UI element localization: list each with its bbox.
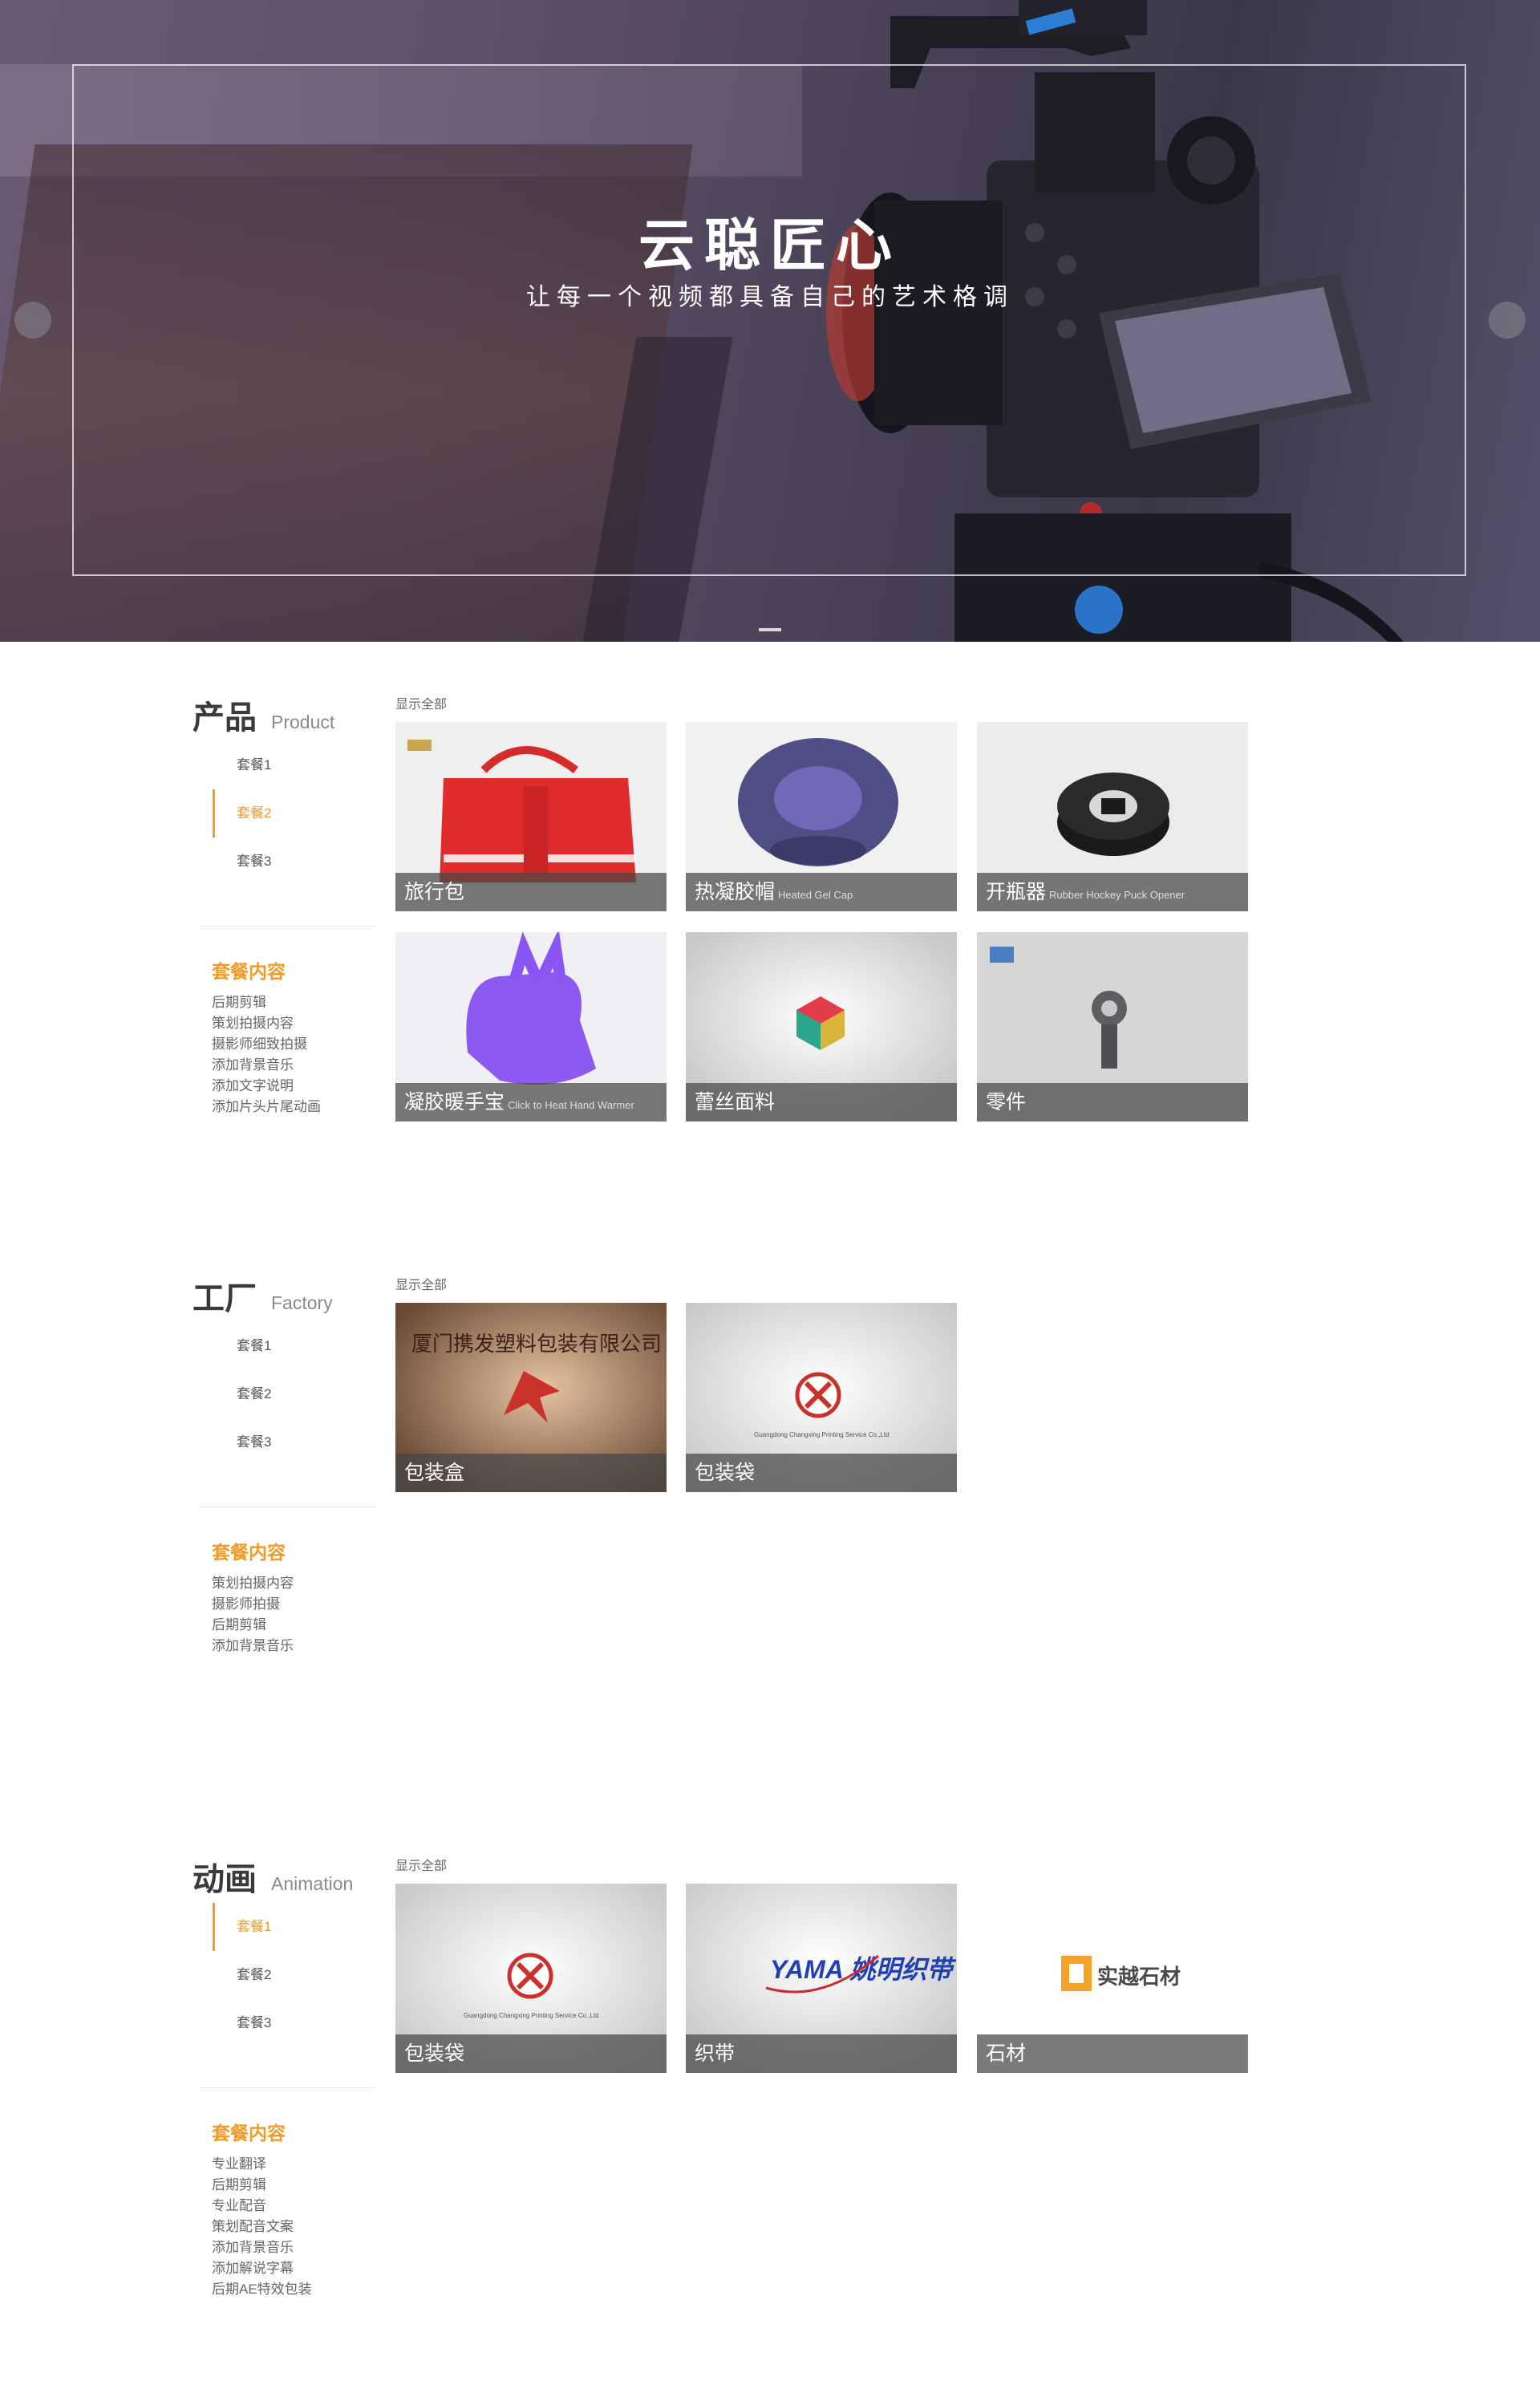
video-card-packaging-box[interactable]: 厦门携发塑料包装有限公司 包装盒 (395, 1303, 667, 1492)
package-item: 添加背景音乐 (212, 1057, 294, 1073)
card-tag: Rubber Hockey Puck Opener (1049, 889, 1185, 901)
video-card-bottle-opener[interactable]: 开瓶器 Rubber Hockey Puck Opener (977, 722, 1248, 911)
stone-logo-text: 实越石材 (1097, 1965, 1181, 1989)
card-title: 开瓶器 (986, 881, 1047, 903)
card-title: 凝胶暖手宝 (404, 1091, 505, 1113)
package-item: 策划拍摄内容 (212, 1576, 294, 1591)
video-card-packaging-bag[interactable]: Guangdong Changxing Printing Service Co.… (686, 1303, 957, 1492)
card-title: 石材 (986, 2042, 1027, 2065)
hero-banner: 云聪匠心 让每一个视频都具备自己的艺术格调 (0, 0, 1540, 642)
section-title-cn: 工厂 (192, 1281, 257, 1316)
package-item: 添加背景音乐 (212, 1638, 294, 1653)
section-heading: 动画 Animation (192, 1853, 353, 1900)
section-title-cn: 动画 (192, 1862, 257, 1897)
package-item: 专业配音 (212, 2198, 266, 2213)
section-title-en: Factory (271, 1292, 333, 1313)
carousel-pager-indicator[interactable] (759, 628, 781, 631)
package-item: 后期剪辑 (212, 2177, 266, 2192)
card-tag: Heated Gel Cap (778, 889, 853, 901)
card-caption: 凝胶暖手宝 Click to Heat Hand Warmer (395, 1083, 667, 1122)
card-title: 热凝胶帽 (695, 881, 776, 903)
hero-frame (72, 64, 1466, 576)
video-card-parts[interactable]: 零件 (977, 932, 1248, 1122)
package-item: 后期AE特效包装 (212, 2282, 312, 2297)
package-content-title: 套餐内容 (212, 1542, 286, 1563)
menu-divider (199, 926, 377, 927)
package-item: 后期剪辑 (212, 995, 266, 1010)
section-heading: 产品 Product (192, 692, 334, 738)
card-tag: Click to Heat Hand Warmer (508, 1099, 634, 1111)
video-card-travel-bag[interactable]: 旅行包 (395, 722, 667, 911)
package-content-list: 后期剪辑 策划拍摄内容 摄影师细致拍摄 添加背景音乐 添加文字说明 添加片头片尾… (212, 992, 321, 1117)
card-title: 包装盒 (404, 1462, 465, 1484)
video-card-heated-gel-cap[interactable]: 热凝胶帽 Heated Gel Cap (686, 722, 957, 911)
package-item: 摄影师拍摄 (212, 1596, 280, 1612)
package-item: 添加解说字幕 (212, 2261, 294, 2276)
logo-caption-text: Guangdong Changxing Printing Service Co.… (754, 1431, 890, 1438)
package-item: 添加文字说明 (212, 1078, 294, 1093)
package-content-list: 专业翻译 后期剪辑 专业配音 策划配音文案 添加背景音乐 添加解说字幕 后期AE… (212, 2154, 312, 2300)
video-card-packaging-bag[interactable]: Guangdong Changxing Printing Service Co.… (395, 1884, 667, 2073)
card-caption: 包装盒 (395, 1454, 667, 1492)
section-title-cn: 产品 (192, 700, 257, 736)
card-caption: 蕾丝面料 (686, 1083, 957, 1122)
card-caption: 热凝胶帽 Heated Gel Cap (686, 873, 957, 911)
carousel-next-button[interactable] (1489, 302, 1526, 339)
card-title: 旅行包 (404, 881, 465, 903)
card-caption: 织带 (686, 2034, 957, 2073)
card-title: 包装袋 (404, 2042, 465, 2065)
card-caption: 零件 (977, 1083, 1248, 1122)
package-content-list: 策划拍摄内容 摄影师拍摄 后期剪辑 添加背景音乐 (212, 1573, 294, 1657)
card-title: 零件 (986, 1091, 1027, 1113)
package-menu: 套餐1 套餐2 套餐3 (213, 1903, 373, 2047)
package-item: 策划配音文案 (212, 2219, 294, 2234)
package-menu: 套餐1 套餐2 套餐3 (213, 1322, 373, 1466)
section-title-en: Animation (271, 1873, 354, 1894)
card-caption: 包装袋 (686, 1454, 957, 1492)
package-item: 后期剪辑 (212, 1617, 266, 1633)
section-heading: 工厂 Factory (192, 1272, 333, 1319)
video-card-webbing[interactable]: YAMA 姚明织带 织带 (686, 1884, 957, 2073)
show-all-link[interactable]: 显示全部 (395, 1274, 447, 1293)
package-menu: 套餐1 套餐2 套餐3 (213, 741, 373, 886)
menu-item-package-3[interactable]: 套餐3 (213, 838, 373, 886)
package-item: 摄影师细致拍摄 (212, 1036, 307, 1052)
video-card-hand-warmer[interactable]: 凝胶暖手宝 Click to Heat Hand Warmer (395, 932, 667, 1122)
package-content-title: 套餐内容 (212, 2123, 286, 2144)
menu-item-package-2[interactable]: 套餐2 (213, 789, 373, 838)
package-item: 添加片头片尾动画 (212, 1099, 321, 1114)
video-card-lace-fabric[interactable]: 蕾丝面料 (686, 932, 957, 1122)
section-title-en: Product (271, 712, 335, 732)
card-title: 包装袋 (695, 1462, 756, 1484)
webbing-logo-text: YAMA 姚明织带 (770, 1955, 957, 1984)
menu-item-package-3[interactable]: 套餐3 (213, 1418, 373, 1466)
package-content-title: 套餐内容 (212, 961, 286, 982)
card-title: 织带 (695, 2042, 736, 2065)
show-all-link[interactable]: 显示全部 (395, 1855, 447, 1874)
menu-item-package-2[interactable]: 套餐2 (213, 1951, 373, 1999)
hero-subtitle: 让每一个视频都具备自己的艺术格调 (526, 284, 1014, 310)
card-title: 蕾丝面料 (695, 1091, 776, 1113)
menu-item-package-2[interactable]: 套餐2 (213, 1370, 373, 1418)
card-caption: 包装袋 (395, 2034, 667, 2073)
package-item: 专业翻译 (212, 2156, 266, 2172)
menu-item-package-1[interactable]: 套餐1 (213, 1322, 373, 1370)
package-item: 策划拍摄内容 (212, 1016, 294, 1031)
factory-sign-text: 厦门携发塑料包装有限公司 (411, 1332, 662, 1357)
package-item: 添加背景音乐 (212, 2240, 294, 2255)
card-caption: 石材 (977, 2034, 1248, 2073)
show-all-link[interactable]: 显示全部 (395, 693, 447, 712)
hero-title: 云聪匠心 (638, 214, 902, 277)
carousel-prev-button[interactable] (14, 302, 51, 339)
card-caption: 开瓶器 Rubber Hockey Puck Opener (977, 873, 1248, 911)
menu-item-package-1[interactable]: 套餐1 (213, 1903, 373, 1951)
menu-item-package-1[interactable]: 套餐1 (213, 741, 373, 789)
card-caption: 旅行包 (395, 873, 667, 911)
menu-divider (199, 2087, 377, 2088)
video-card-stone[interactable]: 实越石材 石材 (977, 1884, 1248, 2073)
logo-caption-text: Guangdong Changxing Printing Service Co.… (464, 2012, 599, 2019)
menu-item-package-3[interactable]: 套餐3 (213, 1999, 373, 2047)
